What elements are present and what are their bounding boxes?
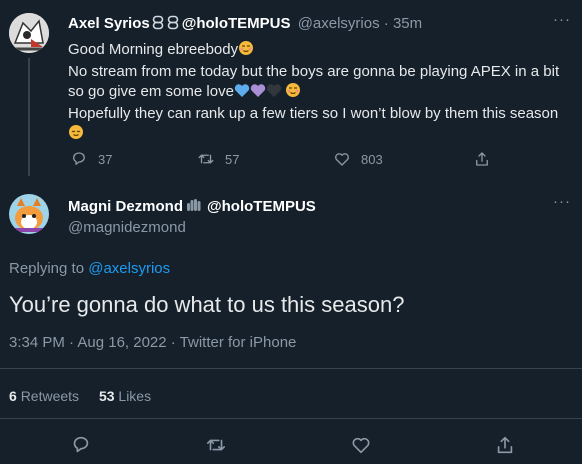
- likes-stat[interactable]: 53 Likes: [99, 388, 151, 404]
- axel-display-name-suffix: @holoTEMPUS: [181, 15, 291, 32]
- waving-hand-icon: [185, 197, 203, 217]
- original-tweet-header: Axel Syrios @holoTEMPUS @axelsyrios · 35…: [68, 15, 422, 34]
- retweets-stat-count: 6: [9, 388, 17, 404]
- like-icon: [335, 153, 349, 166]
- axel-avatar[interactable]: [9, 13, 49, 53]
- blue-heart-emoji: [234, 83, 250, 104]
- share-icon: [497, 436, 513, 454]
- magni-display-name-suffix: @holoTEMPUS: [207, 198, 316, 215]
- likes-stat-label: Likes: [118, 388, 152, 404]
- reply-retweet-button[interactable]: [205, 434, 227, 461]
- like-action[interactable]: 803: [333, 150, 383, 168]
- black-heart-emoji: [266, 83, 282, 104]
- retweets-stat[interactable]: 6 Retweets: [9, 388, 83, 404]
- relieved-face-emoji: [68, 124, 84, 146]
- tweet-time[interactable]: 35m: [393, 15, 422, 32]
- magni-handle[interactable]: @magnidezmond: [68, 219, 186, 236]
- purple-heart-emoji: [250, 83, 266, 104]
- reply-count: 37: [98, 151, 113, 167]
- reply-icon: [73, 436, 89, 453]
- reply-action[interactable]: 37: [70, 150, 112, 168]
- tweet-line-3: so go give em some love: [68, 82, 573, 104]
- original-tweet-text: Good Morning ebreebody No stream from me…: [68, 40, 573, 146]
- tweet-line-1: Good Morning ebreebody: [68, 40, 573, 62]
- retweets-stat-label: Retweets: [20, 388, 80, 404]
- likes-stat-count: 53: [98, 388, 115, 404]
- like-icon: [352, 437, 370, 454]
- engagement-stats: 6 Retweets 53 Likes: [9, 388, 151, 404]
- blushing-face-emoji: [285, 82, 301, 104]
- retweet-action[interactable]: 57: [197, 150, 239, 168]
- magni-avatar[interactable]: [9, 194, 49, 234]
- reply-reply-button[interactable]: [70, 434, 92, 461]
- divider-2: [0, 418, 582, 419]
- reply-text: You’re gonna do what to us this season?: [9, 292, 405, 317]
- reply-share-button[interactable]: [494, 434, 516, 461]
- retweet-count: 57: [225, 151, 240, 167]
- reply-timestamp[interactable]: 3:34 PM · Aug 16, 2022 · Twitter for iPh…: [9, 334, 296, 351]
- share-icon: [476, 152, 488, 166]
- reply-like-button[interactable]: [350, 434, 372, 461]
- blushing-face-emoji: [238, 40, 254, 62]
- retweet-icon: [206, 439, 226, 451]
- replying-to: Replying to @axelsyrios: [9, 260, 170, 277]
- tweet-line-5: [68, 124, 573, 146]
- axel-display-name[interactable]: Axel Syrios: [68, 15, 150, 32]
- reply-header: Magni Dezmond @holoTEMPUS: [68, 197, 316, 217]
- divider-1: [0, 368, 582, 369]
- reply-more-options-icon[interactable]: ···: [553, 193, 571, 210]
- share-action[interactable]: [473, 150, 501, 168]
- more-options-icon[interactable]: ···: [553, 11, 571, 28]
- retweet-icon: [198, 154, 214, 164]
- thread-line: [28, 58, 30, 176]
- magni-display-name[interactable]: Magni Dezmond: [68, 198, 183, 215]
- time-separator: ·: [383, 15, 389, 32]
- replying-to-label: Replying to: [9, 260, 85, 277]
- tweet-line-4: Hopefully they can rank up a few tiers s…: [68, 105, 559, 122]
- like-count: 803: [361, 151, 383, 167]
- tweet-line-2: No stream from me today but the boys are…: [68, 63, 560, 80]
- reply-icon: [73, 152, 85, 165]
- replying-to-handle[interactable]: @axelsyrios: [88, 260, 170, 277]
- axel-handle[interactable]: @axelsyrios: [298, 15, 380, 32]
- chain-icon: [152, 15, 180, 34]
